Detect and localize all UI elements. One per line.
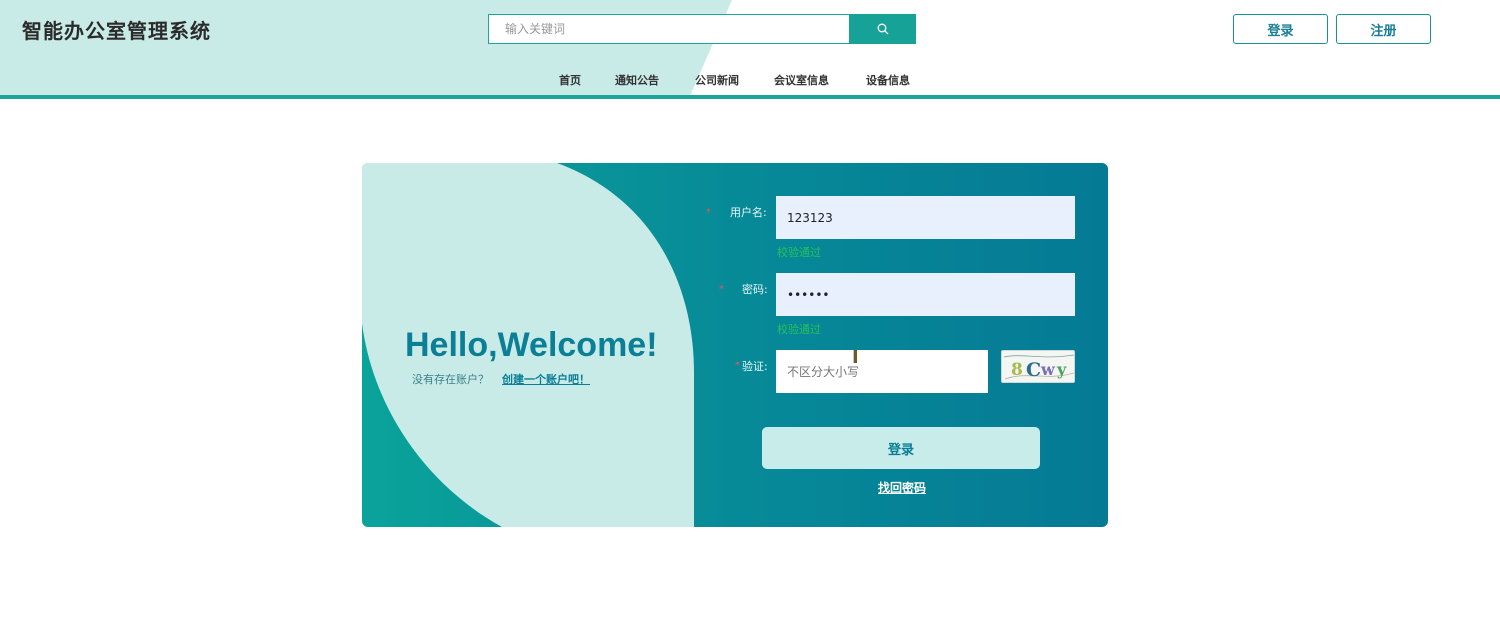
required-mark: * bbox=[706, 207, 711, 218]
required-mark: * bbox=[719, 284, 724, 295]
login-button[interactable]: 登录 bbox=[1233, 14, 1328, 44]
forgot-password-link[interactable]: 找回密码 bbox=[878, 479, 926, 496]
nav-item-devices[interactable]: 设备信息 bbox=[866, 72, 910, 88]
search-icon bbox=[877, 20, 889, 39]
required-mark: * bbox=[735, 360, 740, 371]
welcome-heading: Hello,Welcome! bbox=[405, 326, 658, 364]
nav-item-notices[interactable]: 通知公告 bbox=[615, 72, 659, 88]
register-button[interactable]: 注册 bbox=[1336, 14, 1431, 44]
header-divider bbox=[0, 95, 1500, 99]
username-field[interactable] bbox=[776, 196, 1075, 239]
submit-login-button[interactable]: 登录 bbox=[762, 427, 1040, 469]
svg-text:w: w bbox=[1040, 360, 1056, 379]
password-label: 密码: bbox=[742, 283, 768, 296]
main-nav: 首页 通知公告 公司新闻 会议室信息 设备信息 bbox=[0, 72, 1500, 88]
username-label: 用户名: bbox=[730, 206, 767, 219]
svg-text:8: 8 bbox=[1011, 360, 1023, 380]
text-cursor-icon: I bbox=[852, 347, 859, 368]
site-header: 智能办公室管理系统 登录 注册 首页 通知公告 公司新闻 会议室信息 设备信息 bbox=[0, 0, 1500, 99]
svg-text:C: C bbox=[1026, 359, 1041, 381]
password-status: 校验通过 bbox=[777, 323, 821, 336]
captcha-field[interactable] bbox=[776, 350, 988, 393]
captcha-image[interactable]: 8 C w y bbox=[1001, 350, 1075, 383]
svg-text:y: y bbox=[1056, 360, 1067, 379]
login-card: Hello,Welcome! 没有存在账户？ 创建一个账户吧！ * 用户名: 校… bbox=[362, 163, 1108, 527]
captcha-label: 验证: bbox=[742, 360, 768, 373]
nav-item-meeting-rooms[interactable]: 会议室信息 bbox=[774, 72, 829, 88]
no-account-text: 没有存在账户？ bbox=[412, 373, 489, 386]
password-field[interactable] bbox=[776, 273, 1075, 316]
captcha-graphic: 8 C w y bbox=[1002, 351, 1074, 382]
search-input[interactable] bbox=[488, 14, 850, 44]
username-status: 校验通过 bbox=[777, 246, 821, 259]
site-title: 智能办公室管理系统 bbox=[22, 19, 211, 43]
search-button[interactable] bbox=[849, 14, 916, 44]
nav-item-news[interactable]: 公司新闻 bbox=[695, 72, 739, 88]
create-account-link[interactable]: 创建一个账户吧！ bbox=[502, 371, 590, 387]
nav-item-home[interactable]: 首页 bbox=[559, 72, 581, 88]
